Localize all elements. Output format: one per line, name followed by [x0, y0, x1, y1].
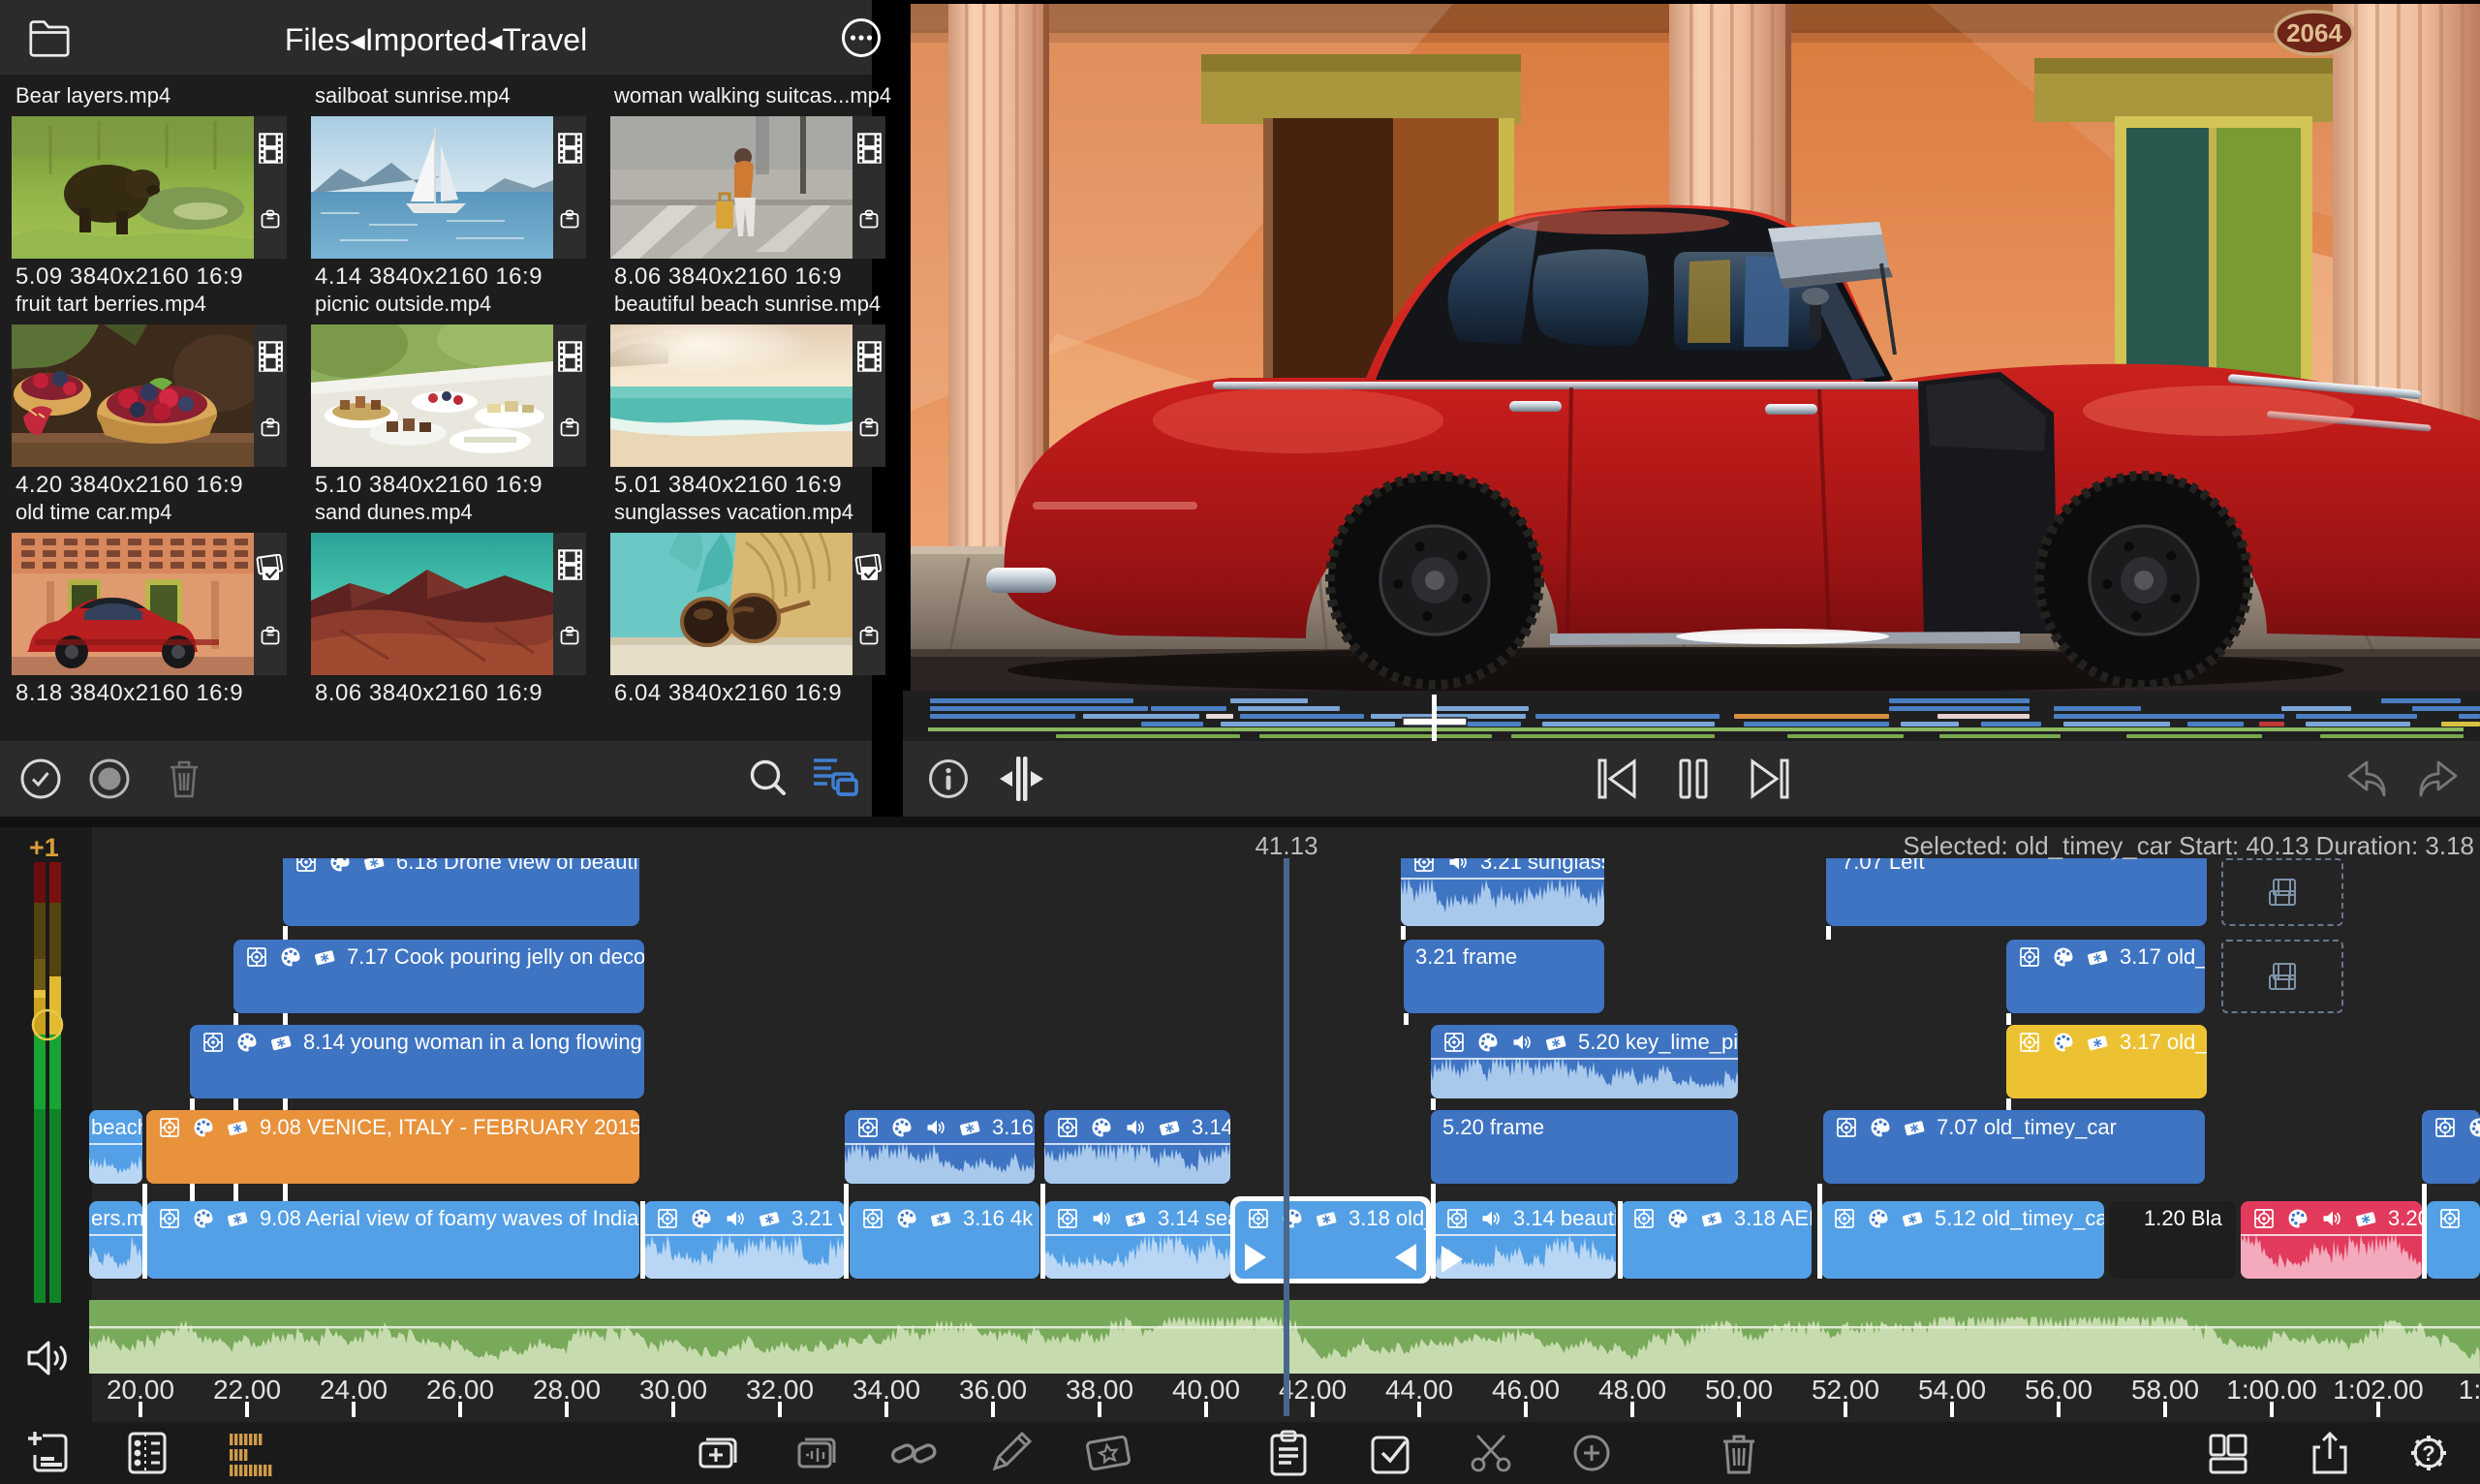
svg-text:?: ?: [2422, 1441, 2434, 1466]
svg-text:2064: 2064: [2286, 18, 2342, 47]
